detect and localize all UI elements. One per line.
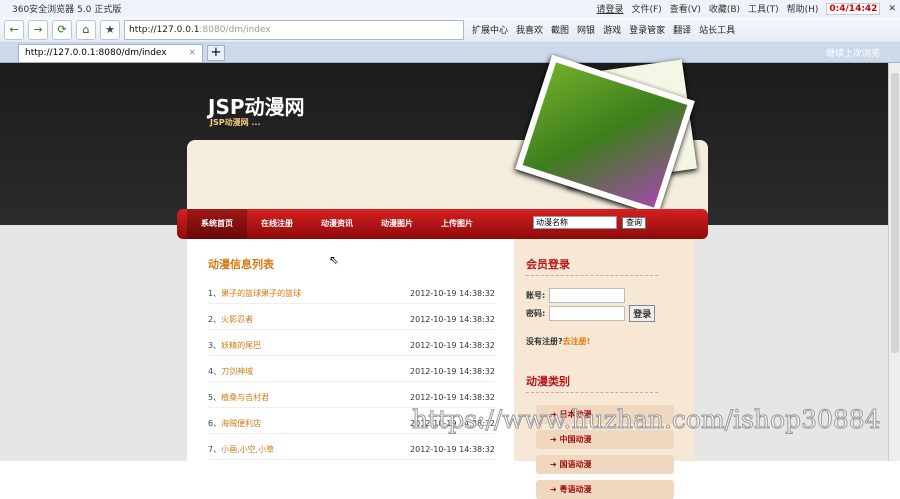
category-item[interactable]: ➜ 国语动漫 [536, 455, 674, 474]
list-item: 3、妖精的尾巴 2012-10-19 14:38:32 [208, 330, 495, 356]
item-number: 6、 [208, 419, 222, 428]
nav-home[interactable]: 系统首页 [187, 209, 247, 239]
tab-bar: http://127.0.0.1:8080/dm/index × + 继续上次浏览 [0, 43, 900, 63]
login-link[interactable]: 请登录 [596, 2, 623, 15]
address-bar[interactable]: http://127.0.0.1:8080/dm/index [124, 19, 464, 40]
item-title-link[interactable]: 海贼便利店 [221, 419, 261, 428]
item-number: 1、 [208, 289, 222, 298]
login-button[interactable]: 登录 [629, 305, 656, 322]
refresh-icon[interactable]: ⟳ [52, 19, 72, 40]
bank-btn[interactable]: 网银 [577, 23, 595, 36]
item-title-link[interactable]: 刀剑神域 [221, 367, 253, 376]
site-logo[interactable]: JSP动漫网 [208, 91, 305, 120]
item-title-link[interactable]: 妖精的尾巴 [221, 341, 261, 350]
category-item[interactable]: ➜ 粤语动漫 [536, 480, 674, 499]
nav-upload[interactable]: 上传图片 [427, 209, 487, 239]
browser-tab[interactable]: http://127.0.0.1:8080/dm/index × [18, 43, 203, 62]
back-icon[interactable]: ← [4, 19, 24, 40]
item-title-link[interactable]: 火影忍者 [221, 315, 253, 324]
login-manager-btn[interactable]: 登录管家 [629, 23, 665, 36]
password-label: 密码: [526, 309, 546, 318]
password-input[interactable] [549, 306, 626, 321]
tab-label: http://127.0.0.1:8080/dm/index [25, 48, 167, 58]
item-date: 2012-10-19 14:38:32 [410, 315, 495, 324]
item-date: 2012-10-19 14:38:32 [410, 445, 495, 454]
arrow-icon: ➜ [550, 485, 560, 494]
browser-toolbar: ← → ⟳ ⌂ ★ http://127.0.0.1:8080/dm/index… [0, 17, 900, 43]
close-icon[interactable]: ✕ [888, 4, 896, 14]
site-slogan: JSP动漫网 ... [210, 118, 261, 127]
list-item: 4、刀剑神域 2012-10-19 14:38:32 [208, 356, 495, 382]
arrow-icon: ➜ [550, 460, 560, 469]
arrow-icon: ➜ [550, 435, 560, 444]
nav-pictures[interactable]: 动漫图片 [367, 209, 427, 239]
favorites-btn[interactable]: 我喜欢 [516, 23, 543, 36]
page-content: JSP动漫网 JSP动漫网 ... 系统首页 在线注册 动漫资讯 动漫图片 上传… [0, 54, 888, 499]
games-btn[interactable]: 游戏 [603, 23, 621, 36]
watermark: https://www.huzhan.com/ishop30884 [412, 405, 882, 435]
home-icon[interactable]: ⌂ [76, 19, 96, 40]
item-title-link[interactable]: 植桑与吉村君 [221, 393, 269, 402]
browser-title-bar: 360安全浏览器 5.0 正式版 请登录 文件(F) 查看(V) 收藏(B) 工… [0, 0, 900, 17]
nav-news[interactable]: 动漫资讯 [307, 209, 367, 239]
item-date: 2012-10-19 14:38:32 [410, 341, 495, 350]
category-label: 粤语动漫 [559, 485, 592, 494]
item-number: 5、 [208, 393, 222, 402]
webmaster-tools-btn[interactable]: 站长工具 [699, 23, 735, 36]
item-number: 4、 [208, 367, 222, 376]
search-button[interactable]: 查询 [622, 217, 646, 229]
account-label: 账号: [526, 291, 546, 300]
category-label: 国语动漫 [559, 460, 592, 469]
url-rest: :8080/dm/index [199, 24, 271, 35]
menu-tools[interactable]: 工具(T) [748, 2, 779, 15]
item-title-link[interactable]: 果子的篮球果子的篮球 [221, 289, 301, 298]
list-item: 2、火影忍者 2012-10-19 14:38:32 [208, 304, 495, 330]
menu-file[interactable]: 文件(F) [631, 2, 661, 15]
search-input[interactable]: 动漫名称 [533, 216, 617, 229]
screenshot-btn[interactable]: 截图 [551, 23, 569, 36]
item-number: 2、 [208, 315, 222, 324]
item-title-link[interactable]: 小画,小空,小草 [221, 445, 274, 454]
translate-btn[interactable]: 翻译 [673, 23, 691, 36]
register-link[interactable]: 去注册! [563, 337, 591, 346]
forward-icon[interactable]: → [28, 19, 48, 40]
new-tab-button[interactable]: + [207, 44, 225, 61]
list-title: 动漫信息列表 [208, 258, 274, 271]
item-number: 7、 [208, 445, 222, 454]
list-item: 1、果子的篮球果子的篮球 2012-10-19 14:38:32 [208, 278, 495, 304]
star-icon[interactable]: ★ [100, 19, 120, 40]
no-register-text: 没有注册? [526, 337, 563, 346]
nav-register[interactable]: 在线注册 [247, 209, 307, 239]
scrollbar[interactable] [888, 63, 900, 461]
category-title: 动漫类别 [526, 373, 658, 393]
menu-view[interactable]: 查看(V) [670, 2, 701, 15]
item-date: 2012-10-19 14:38:32 [410, 367, 495, 376]
restore-session[interactable]: 继续上次浏览 [826, 46, 880, 59]
main-nav: 系统首页 在线注册 动漫资讯 动漫图片 上传图片 动漫名称 查询 [177, 209, 708, 239]
mouse-cursor-icon: ⇖ [329, 253, 340, 267]
menu-help[interactable]: 帮助(H) [787, 2, 819, 15]
url-host: http://127.0.0.1 [129, 24, 200, 35]
item-date: 2012-10-19 14:38:32 [410, 289, 495, 298]
scrollbar-thumb[interactable] [891, 73, 899, 353]
category-label: 中国动漫 [559, 435, 592, 444]
browser-title: 360安全浏览器 5.0 正式版 [12, 5, 122, 15]
clock: 0:4/14:42 [826, 2, 881, 15]
list-item: 7、小画,小空,小草 2012-10-19 14:38:32 [208, 434, 495, 460]
tab-close-icon[interactable]: × [188, 48, 196, 58]
item-date: 2012-10-19 14:38:32 [410, 393, 495, 402]
ext-center[interactable]: 扩展中心 [472, 23, 508, 36]
menu-favorites[interactable]: 收藏(B) [709, 2, 740, 15]
login-title: 会员登录 [526, 256, 658, 276]
account-input[interactable] [549, 288, 626, 303]
item-number: 3、 [208, 341, 222, 350]
